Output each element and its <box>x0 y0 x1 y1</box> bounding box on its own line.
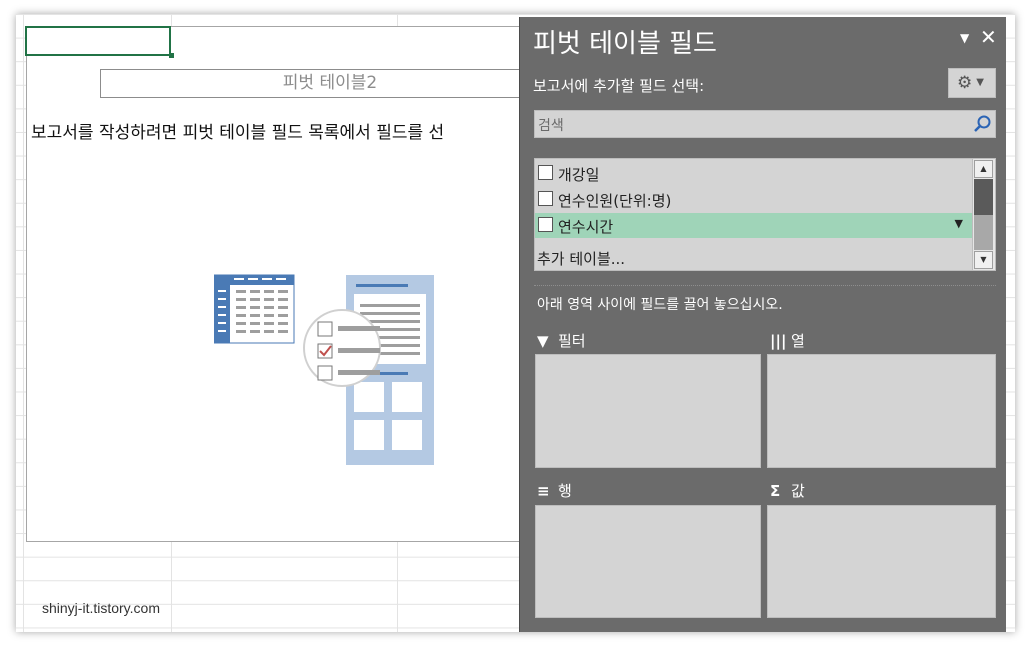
choose-fields-label: 보고서에 추가할 필드 선택: <box>533 77 705 95</box>
field-dropdown-icon[interactable]: ▼ <box>955 217 963 230</box>
fill-handle[interactable] <box>169 53 174 58</box>
filter-icon: ▼ <box>537 332 549 350</box>
scroll-track[interactable] <box>974 215 993 250</box>
field-label: 개강일 <box>558 166 600 184</box>
selected-cell[interactable] <box>25 26 171 56</box>
search-icon[interactable] <box>971 113 993 135</box>
divider <box>534 285 996 286</box>
rows-area-header: ≡ 행 <box>537 480 572 501</box>
rows-drop-zone[interactable] <box>535 505 761 618</box>
field-item[interactable]: 연수시간 ▼ <box>535 213 973 238</box>
pivot-instruction-text: 보고서를 작성하려면 피벗 테이블 필드 목록에서 필드를 선 <box>31 123 445 143</box>
values-drop-zone[interactable] <box>767 505 996 618</box>
rows-icon: ≡ <box>537 482 550 500</box>
drag-areas-instruction: 아래 영역 사이에 필드를 끌어 놓으십시오. <box>537 297 783 313</box>
filters-area-header: ▼ 필터 <box>537 330 586 351</box>
values-area-header: Σ값 <box>770 480 805 501</box>
columns-area-header: ||| 열 <box>770 330 805 351</box>
pivot-illustration-icon <box>214 274 434 465</box>
more-tables-link[interactable]: 추가 테이블... <box>537 248 625 269</box>
filters-label: 필터 <box>558 332 586 350</box>
watermark-text: shinyj-it.tistory.com <box>42 600 160 616</box>
columns-label: 열 <box>791 332 805 350</box>
scroll-up-icon[interactable]: ▲ <box>974 160 993 178</box>
field-checkbox[interactable] <box>538 165 553 180</box>
field-item[interactable]: 개강일 <box>535 161 973 186</box>
sigma-icon: Σ <box>770 482 781 500</box>
pane-options-icon[interactable]: ▼ <box>960 31 969 45</box>
field-list-scrollbar[interactable]: ▲ ▼ <box>972 159 995 270</box>
field-label: 연수인원(단위:명) <box>558 192 672 210</box>
field-list: 개강일 연수인원(단위:명) 연수시간 ▼ 추가 테이블... ▲ ▼ <box>534 158 996 393</box>
close-icon[interactable]: ✕ <box>980 25 997 49</box>
field-settings-button[interactable]: ⚙ ▼ <box>948 68 996 98</box>
scroll-thumb[interactable] <box>974 179 993 215</box>
field-label: 연수시간 <box>558 218 614 236</box>
values-label: 값 <box>791 482 805 500</box>
columns-icon: ||| <box>770 332 787 350</box>
filters-drop-zone[interactable] <box>535 354 761 468</box>
column-divider <box>23 14 24 632</box>
columns-drop-zone[interactable] <box>767 354 996 468</box>
pivot-fields-pane: 피벗 테이블 필드 ▼ ✕ 보고서에 추가할 필드 선택: ⚙ ▼ 검색 개강일 … <box>519 17 1006 632</box>
field-checkbox[interactable] <box>538 191 553 206</box>
field-checkbox[interactable] <box>538 217 553 232</box>
excel-window: 피벗 테이블2 보고서를 작성하려면 피벗 테이블 필드 목록에서 필드를 선 <box>16 14 1015 632</box>
field-search-input[interactable]: 검색 <box>534 110 996 138</box>
gear-icon: ⚙ <box>957 73 973 93</box>
scroll-down-icon[interactable]: ▼ <box>974 251 993 269</box>
rows-label: 행 <box>558 482 572 500</box>
pivot-table-name: 피벗 테이블2 <box>100 69 560 98</box>
chevron-down-icon: ▼ <box>976 77 984 88</box>
pane-title: 피벗 테이블 필드 <box>533 29 717 59</box>
field-item[interactable]: 연수인원(단위:명) <box>535 187 973 212</box>
search-placeholder: 검색 <box>538 118 564 134</box>
